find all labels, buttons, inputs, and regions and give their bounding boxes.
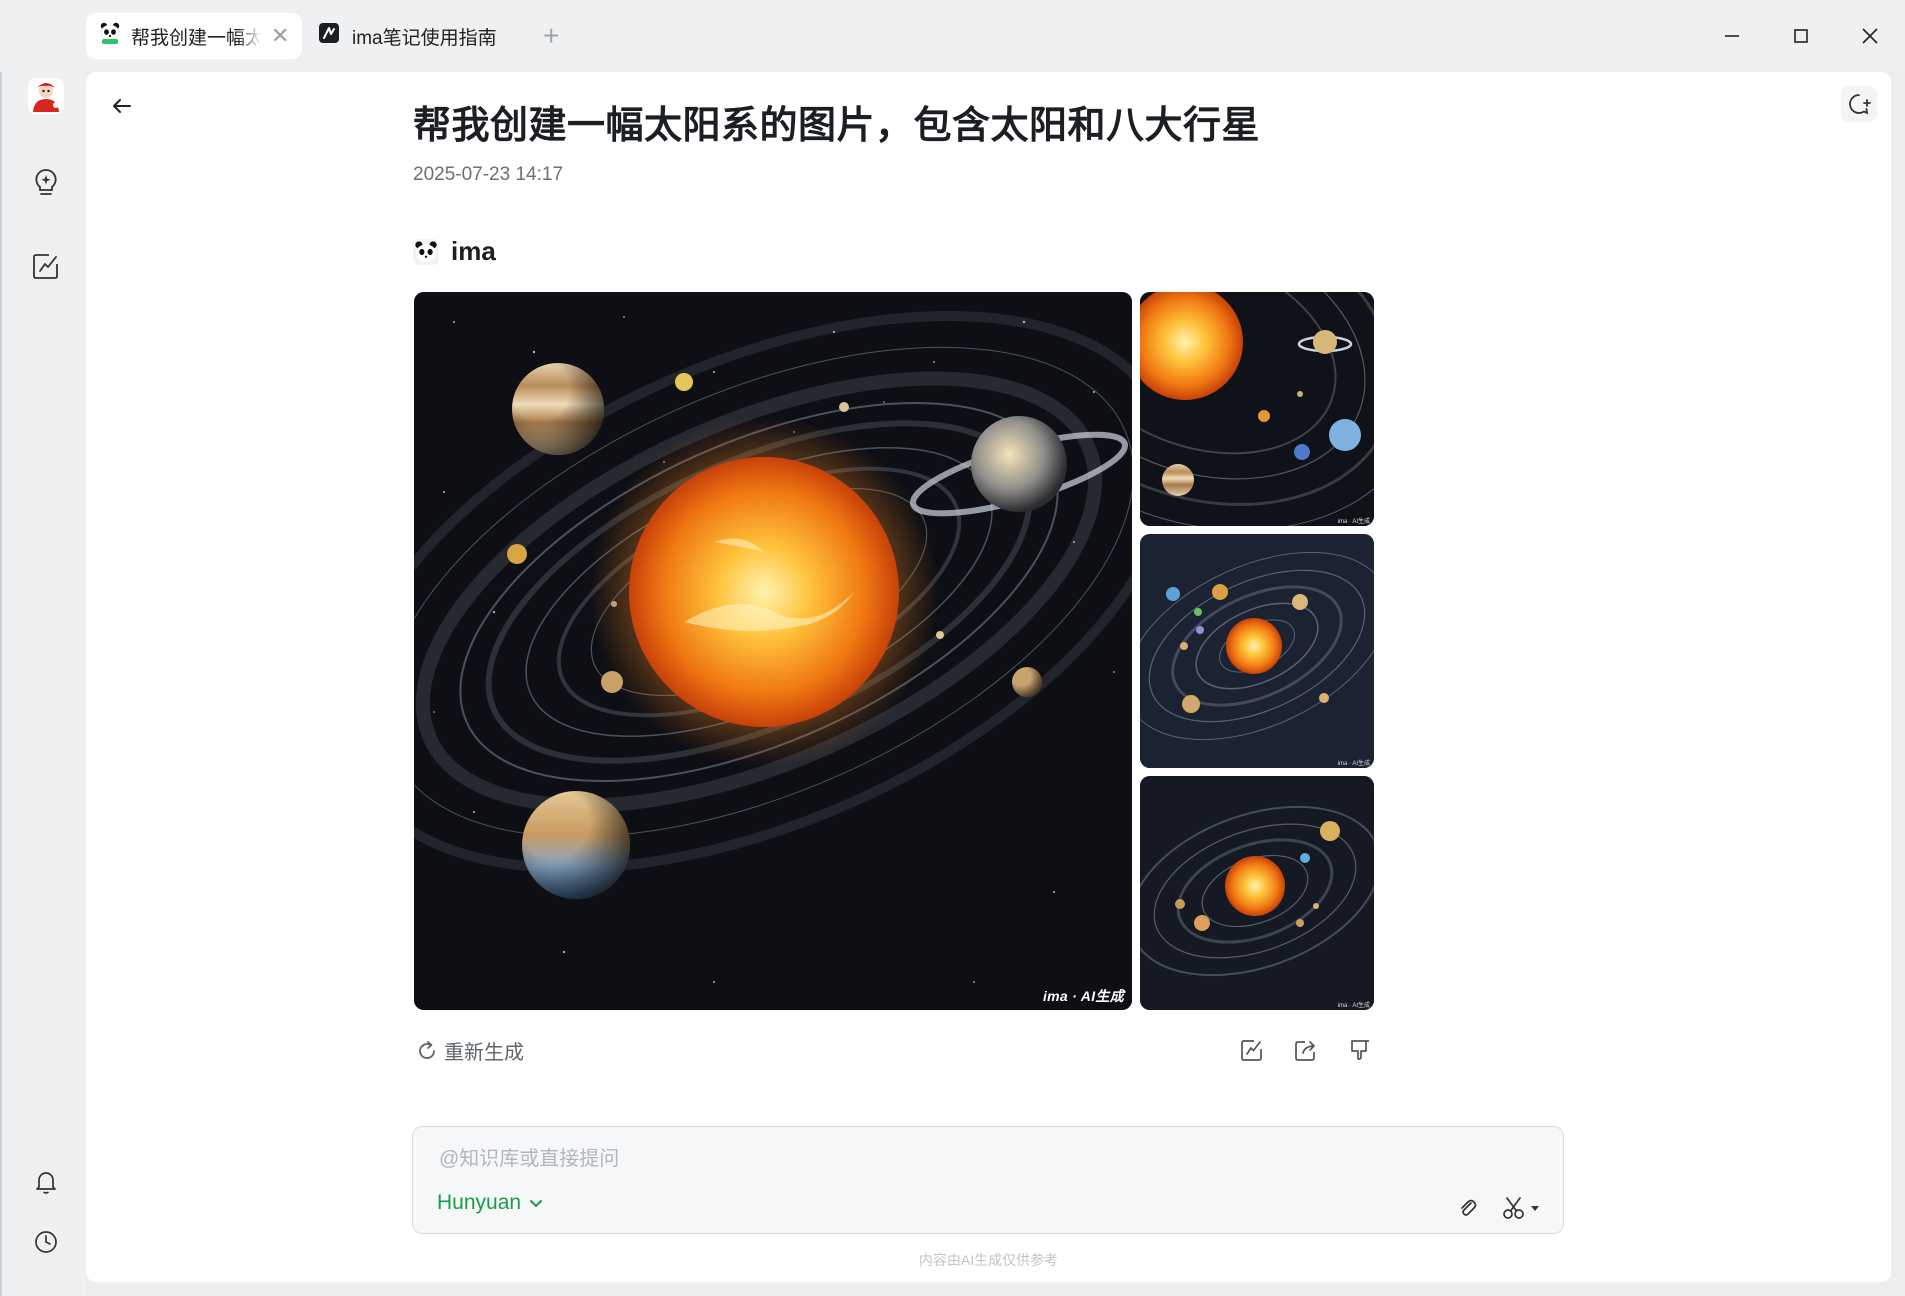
generated-image-thumb-1[interactable]: ima · AI生成 [1140,292,1374,526]
note-edit-icon [33,254,58,279]
share-icon [1295,1041,1315,1061]
minimize-icon [1725,35,1739,37]
panda-icon [99,22,121,50]
arrow-left-icon [113,99,131,113]
tab-active-conversation[interactable]: 帮我创建一幅太阳系的图片，包含太阳和八大行星 ✕ [86,13,302,59]
generated-image-thumb-2[interactable]: ima · AI生成 [1140,534,1374,768]
close-window-button[interactable] [1856,22,1884,50]
thumb-watermark: ima · AI生成 [1337,761,1370,767]
new-tab-button[interactable]: + [543,22,559,50]
scissors-icon [1503,1197,1524,1219]
timestamp: 2025-07-23 14:17 [413,164,564,185]
refresh-icon [419,1040,435,1059]
close-icon [1862,28,1878,44]
close-icon[interactable]: ✕ [271,23,289,49]
notes-button[interactable] [28,248,64,284]
ai-watermark: ima · AI生成 [1042,988,1124,1004]
tab-strip: 帮我创建一幅太阳系的图片，包含太阳和八大行星 ✕ ima笔记使用指南 + [0,0,1905,72]
thumb-watermark: ima · AI生成 [1337,519,1370,525]
page-title: 帮我创建一幅太阳系的图片，包含太阳和八大行星 [413,105,1261,147]
panda-icon [413,238,439,265]
thumb-watermark: ima · AI生成 [1337,1003,1370,1009]
ai-disclaimer: 内容由AI生成仅供参考 [918,1252,1059,1268]
share-button[interactable] [1290,1034,1322,1066]
conversation-panel: 帮我创建一幅太阳系的图片，包含太阳和八大行星 2025-07-23 14:17 … [86,72,1891,1282]
paperclip-icon [1461,1199,1477,1216]
clock-icon [35,1231,57,1253]
tab-title: 帮我创建一幅太阳系的图片，包含太阳和八大行星 [131,27,261,49]
bell-icon [36,1172,56,1194]
generated-image-thumb-3[interactable]: ima · AI生成 [1140,776,1374,1010]
back-button[interactable] [104,88,140,124]
regenerate-label: 重新生成 [444,1042,524,1064]
lightbulb-sparkle-icon [35,169,57,195]
caret-down-icon [1531,1206,1539,1211]
chat-composer: Hunyuan [412,1126,1564,1234]
save-to-note-button[interactable] [1236,1034,1268,1066]
maximize-icon [1794,29,1808,43]
screenshot-tool-button[interactable] [1495,1193,1547,1223]
note-edit-icon [1241,1040,1262,1061]
model-label: Hunyuan [437,1191,522,1214]
notifications-button[interactable] [28,1164,64,1200]
maximize-button[interactable] [1787,22,1815,50]
chevron-down-icon [530,1200,543,1207]
history-button[interactable] [28,1224,64,1260]
minimize-button[interactable] [1718,22,1746,50]
notes-icon [318,22,340,50]
assistant-header: ima [413,236,496,267]
tab-notes-guide[interactable]: ima笔记使用指南 [318,13,497,59]
model-selector[interactable]: Hunyuan [437,1191,545,1215]
assistant-name: ima [451,236,496,266]
generated-image-main[interactable]: ima · AI生成 [414,292,1132,1010]
tab-title: ima笔记使用指南 [352,27,497,49]
regenerate-button[interactable]: 重新生成 [416,1036,524,1065]
left-sidebar [0,72,86,1296]
avatar [28,78,64,114]
chat-plus-icon [1849,94,1871,115]
user-avatar[interactable] [28,78,64,114]
attach-button[interactable] [1453,1193,1483,1223]
question-input[interactable] [437,1141,1441,1177]
ai-bulb-button[interactable] [28,164,64,200]
thumbs-down-icon [1351,1040,1369,1060]
dislike-button[interactable] [1344,1034,1376,1066]
new-chat-button[interactable] [1841,86,1877,122]
